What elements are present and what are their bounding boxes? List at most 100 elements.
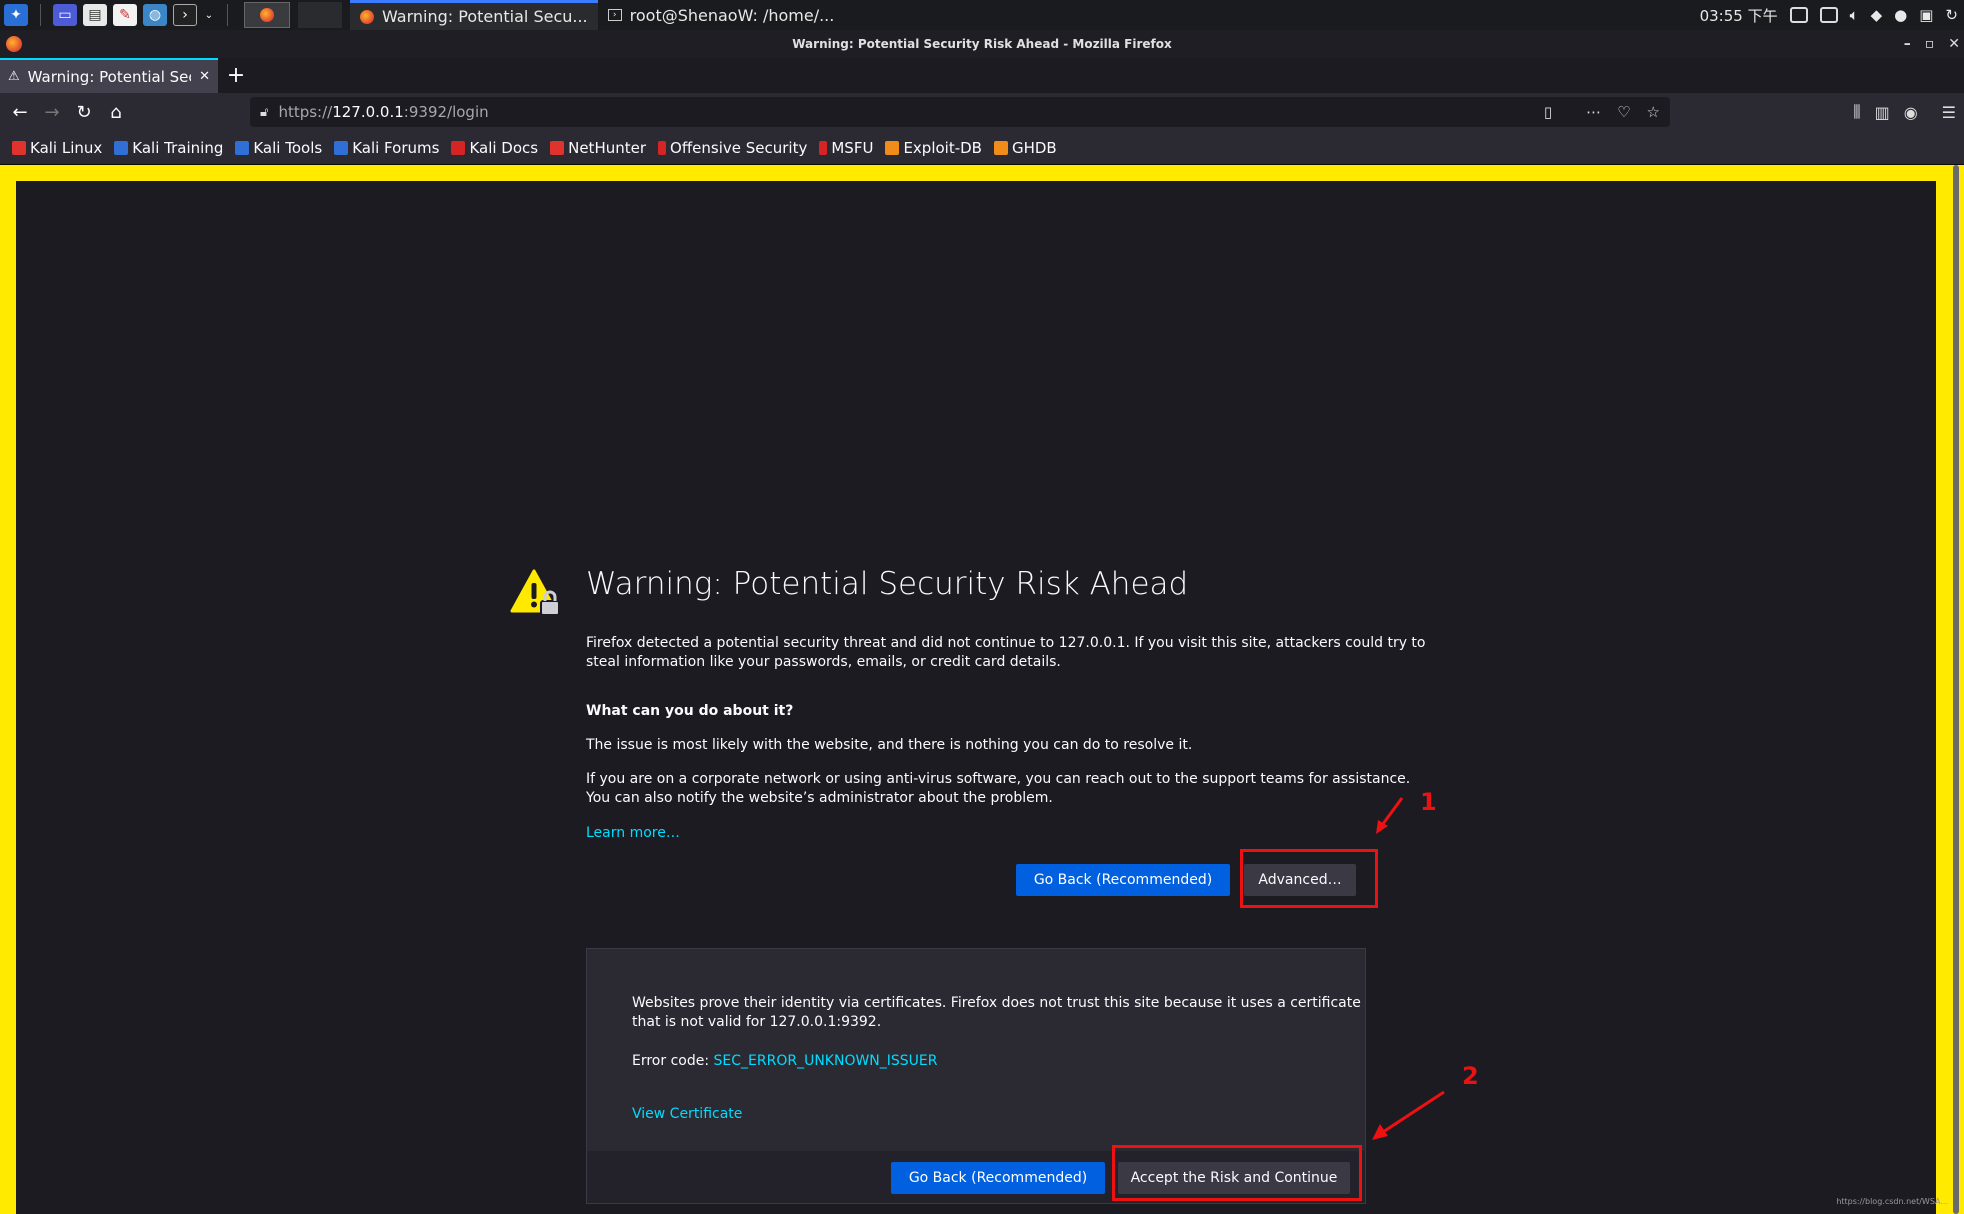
insecure-lock-icon[interactable]: 🔓︎ <box>260 105 268 120</box>
menu-icon[interactable]: ☰ <box>1942 103 1956 122</box>
annotation-box-advanced <box>1240 849 1378 908</box>
bookmarks-toolbar: Kali Linux Kali Training Kali Tools Kali… <box>0 131 1964 165</box>
kali-dragon-icon <box>12 140 26 155</box>
tab-title: Warning: Potential Secur <box>27 67 191 86</box>
power-icon[interactable]: ↻ <box>1945 6 1958 24</box>
bookmark-label: GHDB <box>1011 138 1057 157</box>
bookmark-offensive-security[interactable]: Offensive Security <box>658 139 807 157</box>
exploit-db-icon <box>993 140 1008 155</box>
workspace-thumbnail[interactable] <box>244 2 290 28</box>
bookmark-kali-training[interactable]: Kali Training <box>114 139 223 157</box>
text-editor-icon[interactable]: ✎ <box>113 4 137 26</box>
go-back-button-advanced[interactable]: Go Back (Recommended) <box>891 1162 1105 1194</box>
account-icon[interactable]: ◉ <box>1904 103 1918 122</box>
notification-bell-icon[interactable]: ◆ <box>1871 6 1883 24</box>
sidebar-icon[interactable]: ▥ <box>1875 103 1890 122</box>
bookmark-star-icon[interactable]: ☆ <box>1647 103 1660 121</box>
bookmark-label: Kali Training <box>132 138 224 157</box>
forward-button[interactable]: → <box>36 96 68 128</box>
update-icon[interactable]: ● <box>1894 6 1907 24</box>
volume-icon[interactable]: 🔈︎ <box>1850 6 1859 24</box>
file-manager-icon[interactable]: ▤ <box>83 4 107 26</box>
kali-dragon-icon <box>114 140 129 155</box>
window-titlebar[interactable]: Warning: Potential Security Risk Ahead -… <box>0 30 1964 58</box>
close-icon[interactable]: ✕ <box>1948 36 1960 52</box>
watermark: https://blog.csdn.net/WSA... <box>1836 1197 1948 1206</box>
error-code-link[interactable]: SEC_ERROR_UNKNOWN_ISSUER <box>714 1053 938 1069</box>
terminal-icon[interactable]: › <box>173 4 197 26</box>
section-heading: What can you do about it? <box>586 703 794 719</box>
reload-button[interactable]: ↻ <box>68 96 100 128</box>
lock-icon[interactable]: ▣ <box>1919 6 1933 24</box>
annotation-arrow <box>1376 797 1404 834</box>
go-back-button[interactable]: Go Back (Recommended) <box>1016 864 1230 896</box>
minimize-icon[interactable]: – <box>1904 36 1911 52</box>
bookmark-kali-tools[interactable]: Kali Tools <box>235 139 322 157</box>
maximize-icon[interactable]: ▫ <box>1925 36 1935 52</box>
network-line: You can also notify the website’s admini… <box>586 790 1053 806</box>
intro-line: steal information like your passwords, e… <box>586 654 1061 670</box>
desktop-icon[interactable]: ▭ <box>53 4 77 26</box>
firefox-icon <box>260 8 274 22</box>
reader-view-icon[interactable]: ▯ <box>1544 103 1552 121</box>
clock[interactable]: 03:55 下午 <box>1700 5 1778 26</box>
workspace-thumbnail[interactable] <box>298 2 342 28</box>
bookmark-kali-linux[interactable]: Kali Linux <box>12 139 102 157</box>
url-bar[interactable]: 🔓︎ https://127.0.0.1:9392/login ▯ ⋯ ♡ ☆ <box>250 97 1670 127</box>
error-code-row: Error code: SEC_ERROR_UNKNOWN_ISSUER <box>632 1052 938 1071</box>
system-taskbar: ✦ ▭ ▤ ✎ ◍ › ⌄ Warning: Potential Secu...… <box>0 0 1964 30</box>
display-icon[interactable] <box>1789 7 1808 23</box>
power-manager-icon[interactable] <box>1819 7 1838 23</box>
forward-arrow-icon: → <box>44 101 60 123</box>
bookmark-label: Offensive Security <box>670 138 808 157</box>
url-scheme: https:// <box>278 103 333 121</box>
page-actions-icon[interactable]: ⋯ <box>1586 103 1601 121</box>
annotation-number: 2 <box>1462 1062 1479 1090</box>
certificate-line: that is not valid for 127.0.0.1:9392. <box>632 1014 882 1030</box>
tab-strip: ⚠ Warning: Potential Secur ✕ + <box>0 58 1964 93</box>
bookmark-kali-forums[interactable]: Kali Forums <box>334 139 439 157</box>
kali-menu-icon[interactable]: ✦ <box>4 4 28 26</box>
network-text: If you are on a corporate network or usi… <box>586 770 1410 808</box>
chevron-down-icon[interactable]: ⌄ <box>203 4 215 26</box>
taskbar-item-firefox[interactable]: Warning: Potential Secu... <box>350 0 598 30</box>
bookmark-ghdb[interactable]: GHDB <box>993 138 1057 157</box>
bookmark-msfu[interactable]: MSFU <box>819 139 873 157</box>
kali-docs-icon <box>451 140 466 155</box>
bookmark-label: Exploit-DB <box>903 138 982 157</box>
library-icon[interactable]: ⫼ <box>1853 102 1860 122</box>
taskbar-item-label: root@ShenaoW: /home/... <box>629 5 835 25</box>
annotation-number: 1 <box>1420 788 1437 816</box>
tab-security-warning[interactable]: ⚠ Warning: Potential Secur ✕ <box>0 58 218 93</box>
close-tab-icon[interactable]: ✕ <box>199 69 210 84</box>
terminal-icon: › <box>607 9 622 21</box>
bookmark-label: Kali Forums <box>352 138 440 157</box>
taskbar-item-label: Warning: Potential Secu... <box>382 7 588 26</box>
home-icon: ⌂ <box>110 101 122 123</box>
error-code-label: Error code: <box>632 1053 714 1069</box>
learn-more-link[interactable]: Learn more… <box>586 824 680 843</box>
exploit-db-icon <box>885 140 900 155</box>
kali-dragon-icon <box>334 140 349 155</box>
bookmark-label: MSFU <box>831 138 874 157</box>
back-button[interactable]: ← <box>4 96 36 128</box>
firefox-icon <box>6 36 22 52</box>
home-button[interactable]: ⌂ <box>100 96 132 128</box>
bookmark-nethunter[interactable]: NetHunter <box>550 139 646 157</box>
bookmark-kali-docs[interactable]: Kali Docs <box>451 139 538 157</box>
taskbar-item-terminal[interactable]: › root@ShenaoW: /home/... <box>598 0 845 30</box>
view-certificate-link[interactable]: View Certificate <box>632 1105 742 1124</box>
scrollbar[interactable] <box>1953 165 1959 1214</box>
bookmark-label: Kali Tools <box>253 138 323 157</box>
window-title: Warning: Potential Security Risk Ahead -… <box>792 37 1172 51</box>
pocket-icon[interactable]: ♡ <box>1617 103 1630 121</box>
warning-lock-icon <box>510 569 560 616</box>
certificate-explanation: Websites prove their identity via certif… <box>632 994 1361 1032</box>
intro-text: Firefox detected a potential security th… <box>586 634 1426 672</box>
bookmark-exploit-db[interactable]: Exploit-DB <box>885 139 982 157</box>
navigation-toolbar: ← → ↻ ⌂ 🔓︎ https://127.0.0.1:9392/login … <box>0 93 1964 131</box>
new-tab-button[interactable]: + <box>218 58 254 93</box>
browser-icon[interactable]: ◍ <box>143 4 167 26</box>
warning-icon: ⚠ <box>8 69 20 84</box>
bookmark-label: NetHunter <box>568 138 647 157</box>
